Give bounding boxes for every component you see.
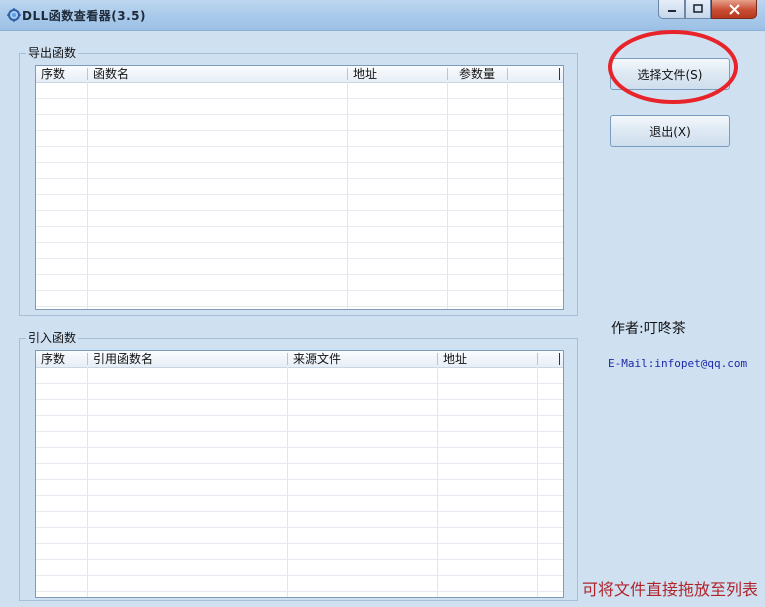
grid-line (36, 242, 563, 243)
window-title: DLL函数查看器(3.5) (22, 9, 146, 23)
grid-line (36, 290, 563, 291)
import-functions-group: 引入函数 序数 引用函数名 来源文件 地址 (19, 330, 578, 601)
app-icon (7, 8, 21, 22)
email-label: E-Mail:infopet@qq.com (608, 357, 748, 370)
grid-line (36, 162, 563, 163)
grid-line (36, 178, 563, 179)
grid-line (36, 258, 563, 259)
grid-line (36, 527, 563, 528)
column-header-source-file[interactable]: 来源文件 (288, 351, 438, 367)
grid-line (36, 511, 563, 512)
title-bar[interactable]: DLL函数查看器(3.5) (0, 0, 765, 31)
grid-line (36, 383, 563, 384)
column-separator[interactable] (559, 68, 560, 80)
grid-line (36, 543, 563, 544)
column-separator[interactable] (507, 68, 508, 80)
minimize-button[interactable] (658, 0, 685, 19)
highlight-circle (608, 30, 738, 104)
author-label: 作者:叮咚茶 (611, 321, 686, 337)
import-list-header: 序数 引用函数名 来源文件 地址 (36, 351, 563, 368)
grid-line (36, 114, 563, 115)
export-functions-group: 导出函数 序数 函数名 地址 参数量 (19, 45, 578, 316)
import-functions-label: 引入函数 (26, 330, 79, 346)
column-header-ordinal[interactable]: 序数 (36, 66, 89, 82)
app-window: DLL函数查看器(3.5) 导出函数 序数 函数名 地址 参数量 引入函数 序数… (0, 0, 765, 607)
grid-line (36, 399, 563, 400)
grid-line (36, 210, 563, 211)
grid-line (36, 146, 563, 147)
grid-line (36, 463, 563, 464)
grid-line (36, 130, 563, 131)
window-controls (658, 0, 757, 20)
grid-line (36, 431, 563, 432)
column-header-address[interactable]: 地址 (438, 351, 538, 367)
column-header-ordinal[interactable]: 序数 (36, 351, 89, 367)
drag-drop-hint: 可将文件直接拖放至列表 (582, 580, 759, 599)
grid-line (36, 194, 563, 195)
close-icon (728, 3, 740, 15)
maximize-button[interactable] (685, 0, 711, 19)
grid-line (36, 306, 563, 307)
grid-line (36, 447, 563, 448)
grid-line (36, 559, 563, 560)
grid-line (36, 479, 563, 480)
grid-line (36, 575, 563, 576)
grid-line (36, 495, 563, 496)
column-separator[interactable] (559, 353, 560, 365)
grid-line (36, 98, 563, 99)
grid-line (36, 415, 563, 416)
exit-button[interactable]: 退出(X) (610, 115, 730, 147)
close-button[interactable] (711, 0, 757, 19)
column-header-param-count[interactable]: 参数量 (454, 66, 514, 82)
export-functions-label: 导出函数 (26, 45, 79, 61)
column-separator[interactable] (447, 68, 448, 80)
maximize-icon (693, 4, 703, 13)
column-header-imported-function-name[interactable]: 引用函数名 (88, 351, 288, 367)
minimize-icon (667, 10, 676, 12)
grid-line (36, 591, 563, 592)
export-functions-list[interactable]: 序数 函数名 地址 参数量 (35, 65, 564, 310)
grid-line (36, 274, 563, 275)
grid-line (36, 226, 563, 227)
column-separator[interactable] (537, 353, 538, 365)
column-header-function-name[interactable]: 函数名 (88, 66, 348, 82)
column-header-address[interactable]: 地址 (348, 66, 448, 82)
import-functions-list[interactable]: 序数 引用函数名 来源文件 地址 (35, 350, 564, 598)
export-list-header: 序数 函数名 地址 参数量 (36, 66, 563, 83)
